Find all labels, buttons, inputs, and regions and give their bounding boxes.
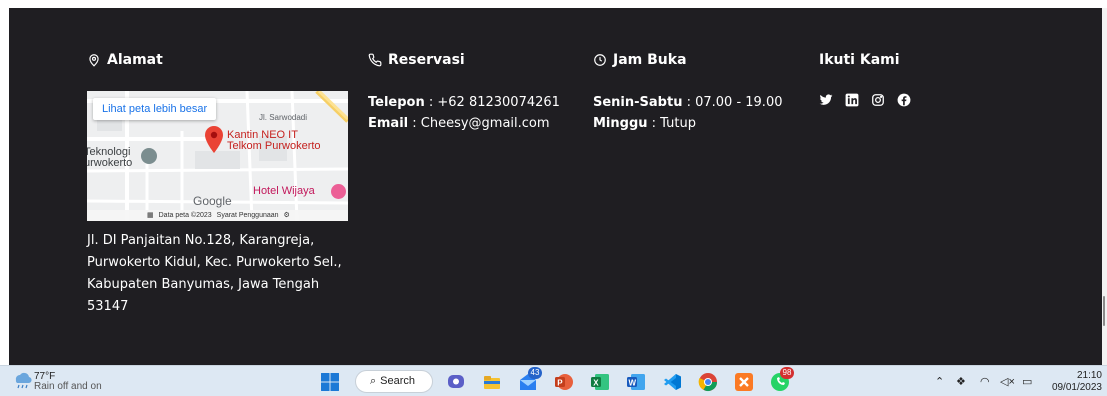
whatsapp-badge: 98 [780,367,794,379]
xampp-icon[interactable] [734,372,754,392]
taskbar-clock[interactable]: 21:10 09/01/2023 [1046,370,1102,394]
settings-icon[interactable]: ⚙ [284,210,290,221]
whatsapp-icon[interactable]: 98 [770,367,794,392]
reservasi-info: Telepon : +62 81230074261 Email : Cheesy… [368,92,560,134]
facebook-icon[interactable] [897,92,911,107]
email-label: Email [368,116,409,131]
map-nearby-line2: urwokerto [87,157,133,169]
rain-cloud-icon[interactable] [12,369,32,389]
phone-line: Telepon : +62 81230074261 [368,92,560,113]
svg-text:X: X [593,378,599,387]
instagram-icon[interactable] [871,92,885,106]
linkedin-icon[interactable] [845,92,859,107]
reservasi-heading: Reservasi [368,50,578,70]
weather-widget[interactable]: 77°F Rain off and on [34,372,102,392]
jam-buka-heading-label: Jam Buka [613,52,687,68]
reservasi-heading-label: Reservasi [388,52,465,68]
clock-icon [594,54,606,66]
address-line: Purwokerto Kidul, Kec. Purwokerto Sel., [87,255,342,270]
clock-date: 09/01/2023 [1051,382,1102,393]
wifi-icon[interactable]: ◠ [980,375,990,388]
search-label: Search [380,375,416,387]
weather-desc: Rain off and on [34,381,102,392]
twitter-icon[interactable] [819,92,833,106]
map-place-line2: Telkom Purwokerto [227,140,321,152]
embedded-map[interactable]: Lihat peta lebih besar Jl. Sarwodadi Kan… [87,91,348,221]
keyboard-icon[interactable]: ▦ [147,210,154,221]
map-data-label: Data peta ©2023 [158,212,212,219]
battery-icon[interactable]: ▭ [1022,375,1032,388]
map-hotel-label: Hotel Wijaya [253,185,315,197]
svg-text:W: W [629,378,637,387]
address-line: Jl. DI Panjaitan No.128, Karangreja, [87,233,315,248]
map-place-label: Kantin NEO IT Telkom Purwokerto [227,130,321,152]
ikuti-kami-heading: Ikuti Kami [819,50,969,70]
jam-buka-heading: Jam Buka [593,50,803,70]
site-footer: Alamat Lihat peta lebih besar Jl. Sarwod… [9,8,1102,365]
word-icon[interactable]: W [626,372,646,392]
address-line: 53147 [87,299,129,314]
email-value: : Cheesy@gmail.com [408,116,550,131]
reservasi-column: Reservasi Telepon : +62 81230074261 Emai… [368,50,578,131]
mail-app-icon[interactable]: 43 [518,367,542,392]
weekday-label: Senin-Sabtu [593,95,683,110]
alamat-column: Alamat Lihat peta lebih besar Jl. Sarwod… [87,50,349,314]
map-marker-icon[interactable] [204,126,224,154]
ikuti-kami-column: Ikuti Kami [819,50,969,107]
windows-taskbar: 77°F Rain off and on ⌕ Search 43 P X W 98… [0,365,1107,396]
chrome-icon[interactable] [698,372,718,392]
phone-icon [368,53,382,67]
svg-text:P: P [557,378,563,387]
dropbox-icon[interactable]: ❖ [956,375,966,388]
sunday-value: : Tutup [647,116,696,131]
jam-buka-column: Jam Buka Senin-Sabtu : 07.00 - 19.00 Min… [593,50,803,131]
email-line: Email : Cheesy@gmail.com [368,113,560,134]
taskbar-search[interactable]: ⌕ Search [355,370,433,393]
map-hotel-marker-icon [331,184,346,199]
address-line: Kabupaten Banyumas, Jawa Tengah [87,277,320,292]
location-pin-icon [89,54,99,67]
screen: Alamat Lihat peta lebih besar Jl. Sarwod… [0,0,1107,396]
map-google-logo: Google [193,194,232,208]
weekday-value: : 07.00 - 19.00 [682,95,783,110]
teams-chat-icon[interactable] [446,372,466,392]
alamat-heading: Alamat [87,50,349,70]
excel-icon[interactable]: X [590,372,610,392]
map-street-label: Jl. Sarwodadi [259,113,308,122]
clock-time: 21:10 [1076,370,1102,381]
address-text: Jl. DI Panjaitan No.128, Karangreja, Pur… [87,230,357,318]
weekday-hours-line: Senin-Sabtu : 07.00 - 19.00 [593,92,783,113]
windows-start-icon[interactable] [320,372,340,392]
chevron-up-icon[interactable]: ⌃ [935,375,944,388]
sunday-hours-line: Minggu : Tutup [593,113,783,134]
map-nearby-label: Teknologi urwokerto [87,147,132,169]
mail-badge: 43 [528,367,542,379]
alamat-heading-label: Alamat [107,52,163,68]
phone-label: Telepon [368,95,425,110]
phone-value: : +62 81230074261 [424,95,560,110]
sunday-label: Minggu [593,116,648,131]
powerpoint-icon[interactable]: P [554,372,574,392]
map-larger-link[interactable]: Lihat peta lebih besar [93,98,217,120]
jam-buka-info: Senin-Sabtu : 07.00 - 19.00 Minggu : Tut… [593,92,783,134]
search-icon: ⌕ [370,375,377,387]
page-scrollbar-thumb[interactable] [1103,296,1105,326]
file-explorer-icon[interactable] [482,372,502,392]
map-school-marker-icon [141,148,157,164]
map-attribution-bar: ▦ Data peta ©2023 Syarat Penggunaan ⚙ [87,210,348,221]
volume-muted-icon[interactable]: ◁× [1000,375,1015,388]
social-links [819,92,911,107]
vscode-icon[interactable] [662,372,682,392]
ikuti-kami-heading-label: Ikuti Kami [819,52,900,68]
map-terms-link[interactable]: Syarat Penggunaan [217,210,279,221]
